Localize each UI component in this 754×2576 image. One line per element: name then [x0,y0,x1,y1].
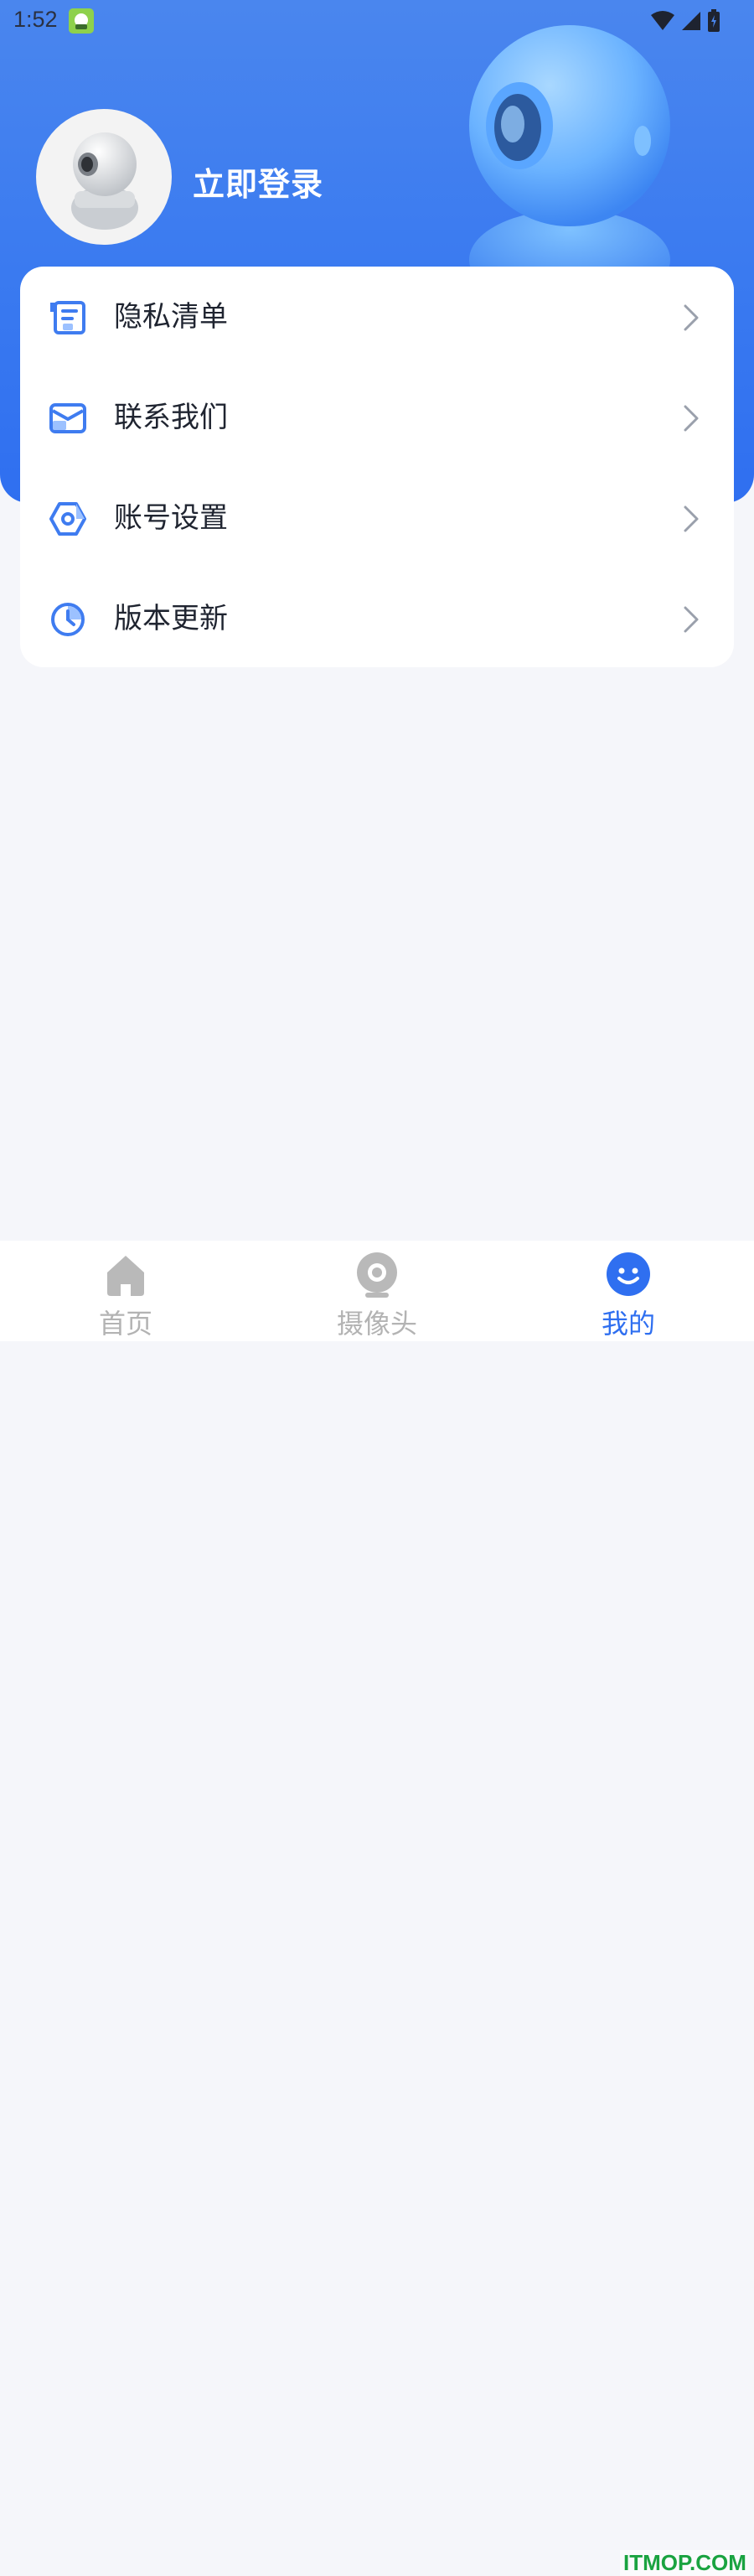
menu-card: 隐私清单 联系我们 账号设置 版本更新 [20,267,734,667]
nav-item-mine[interactable]: 我的 [545,1241,712,1341]
nav-label-mine: 我的 [601,1308,655,1340]
chevron-right-icon [684,505,699,532]
login-label[interactable]: 立即登录 [193,158,323,205]
settings-icon [49,502,86,536]
chevron-right-icon [684,606,699,633]
chevron-right-icon [684,304,699,331]
update-icon [51,603,85,636]
menu-item-account-settings[interactable]: 账号设置 [20,468,734,568]
battery-icon [708,9,720,32]
app-icon [69,8,94,34]
nav-label-home: 首页 [98,1308,152,1340]
chevron-right-icon [684,405,699,432]
mail-icon [49,403,86,433]
nav-item-home[interactable]: 首页 [42,1241,209,1341]
signal-icon [682,12,700,30]
menu-item-contact-us[interactable]: 联系我们 [20,367,734,468]
menu-item-label: 联系我们 [114,401,228,434]
watermark: ITMOP.COM [620,2550,750,2576]
nav-item-camera[interactable]: 摄像头 [293,1241,461,1341]
status-icons [650,8,720,34]
smile-icon [607,1252,650,1296]
menu-item-privacy-list[interactable]: 隐私清单 [20,267,734,367]
camera-avatar-icon [71,132,138,230]
menu-item-version-update[interactable]: 版本更新 [20,568,734,669]
nav-label-camera: 摄像头 [336,1308,417,1340]
menu-item-label: 版本更新 [114,602,228,635]
menu-item-label: 账号设置 [114,501,228,535]
camera-illustration [469,25,670,268]
avatar[interactable] [36,109,172,245]
privacy-list-icon [50,301,85,334]
menu-item-label: 隐私清单 [114,300,228,334]
status-time: 1:52 [13,7,58,32]
camera-icon [357,1252,397,1298]
wifi-icon [651,11,674,30]
bottom-nav: 首页 摄像头 我的 ITMOP.COM [0,1241,754,2576]
status-bar: 1:52 [0,0,754,42]
home-icon [107,1256,144,1296]
